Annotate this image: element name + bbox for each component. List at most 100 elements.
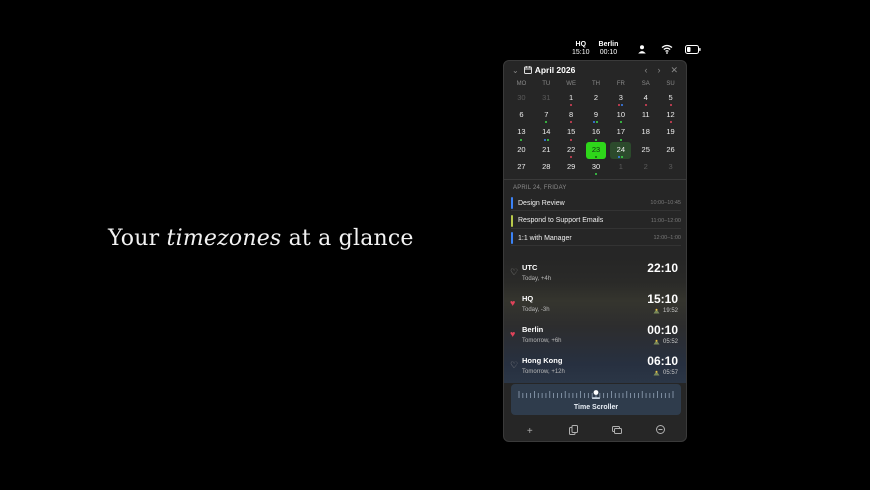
event-dot: [570, 155, 573, 158]
plus-icon[interactable]: +: [522, 426, 538, 437]
agenda-event[interactable]: 1:1 with Manager 12:00–1:00: [511, 231, 681, 246]
calendar-day[interactable]: 20: [511, 142, 532, 159]
calendar-day[interactable]: 1: [610, 159, 631, 176]
calendar-day[interactable]: 2: [635, 159, 656, 176]
day-number: 3: [618, 93, 623, 102]
heart-outline-icon[interactable]: ♡: [510, 360, 518, 371]
calendar-day[interactable]: 18: [635, 124, 656, 141]
calendar-day[interactable]: 19: [660, 124, 681, 141]
calendar-grid: 30 31 1 2 3 4 5 6 7 8 9 10 11 12 13 14 15 16 17 18 19 20 21 22 2…: [509, 90, 683, 176]
day-number: 1: [569, 93, 574, 102]
day-number: 17: [616, 127, 626, 137]
heart-outline-icon[interactable]: ♡: [510, 267, 518, 278]
calendar-day[interactable]: 14: [536, 124, 557, 141]
heart-filled-icon[interactable]: ♥: [510, 329, 515, 339]
copy-icon[interactable]: [565, 424, 581, 438]
calendar-day[interactable]: 8: [561, 107, 582, 124]
previous-month-button[interactable]: ‹: [644, 65, 647, 76]
weekday-label: TH: [591, 81, 600, 87]
time-scroller[interactable]: Time Scroller: [511, 384, 681, 415]
calendar-day[interactable]: 25: [635, 142, 656, 159]
calendar-day[interactable]: 21: [536, 142, 557, 159]
calendar-day[interactable]: 26: [660, 142, 681, 159]
day-number: 20: [517, 144, 526, 154]
calendar-day-selected[interactable]: 24: [610, 141, 632, 159]
more-icon[interactable]: [652, 425, 668, 437]
day-number: 14: [542, 127, 551, 137]
menubar-zone-berlin[interactable]: Berlin 00:10: [599, 41, 619, 57]
menubar-zone-hq[interactable]: HQ 15:10: [572, 41, 590, 57]
menu-bar: HQ 15:10 Berlin 00:10: [572, 40, 701, 58]
calendar-day[interactable]: 10: [610, 107, 631, 124]
close-icon[interactable]: ✕: [670, 65, 678, 76]
day-number: 5: [668, 93, 673, 102]
day-number: 21: [542, 144, 551, 154]
menubar-zone-name: Berlin: [598, 41, 619, 48]
tagline-emphasis: timezones: [166, 226, 282, 251]
agenda-event[interactable]: Respond to Support Emails 11:00–12:00: [511, 214, 681, 229]
scroller-handle[interactable]: [593, 390, 599, 395]
event-dot: [570, 104, 573, 107]
event-dot: [593, 121, 596, 124]
calendar-day[interactable]: 4: [635, 90, 656, 107]
calendar-day[interactable]: 3: [610, 90, 631, 107]
weekday-label: MO: [516, 81, 527, 87]
windows-icon[interactable]: [609, 425, 625, 437]
event-dot: [618, 104, 621, 107]
day-number: 1: [618, 161, 623, 171]
event-dot: [594, 172, 597, 175]
calendar-day[interactable]: 3: [660, 159, 681, 176]
event-dot: [619, 121, 622, 124]
calendar-day[interactable]: 28: [536, 159, 557, 176]
calendar-day[interactable]: 12: [660, 107, 681, 124]
next-month-button[interactable]: ›: [657, 65, 660, 76]
calendar-day[interactable]: 31: [536, 90, 557, 107]
calendar-day[interactable]: 1: [561, 90, 582, 107]
event-dot: [594, 138, 597, 141]
time-scroller-ticks[interactable]: [517, 389, 675, 399]
day-number: 24: [616, 144, 626, 154]
calendar-day[interactable]: 22: [561, 142, 582, 159]
timezone-time: 06:10: [647, 354, 678, 368]
battery-icon[interactable]: [685, 44, 701, 54]
event-time: 11:00–12:00: [650, 217, 681, 224]
timezone-row[interactable]: ♥ Berlin Tomorrow, +6h 00:10 05:52: [504, 319, 686, 350]
day-number: 4: [643, 93, 648, 102]
calendar-day[interactable]: 13: [511, 124, 532, 141]
calendar-day[interactable]: 2: [586, 90, 607, 107]
calendar-day-today[interactable]: 23: [585, 141, 607, 159]
calendar-day[interactable]: 30: [586, 159, 607, 176]
heart-filled-icon[interactable]: ♥: [510, 298, 515, 308]
scroller-grip[interactable]: [592, 397, 600, 399]
event-dots: [511, 173, 532, 176]
timezone-offset: Today, -3h: [522, 307, 550, 313]
agenda-event[interactable]: Design Review 10:00–10:45: [511, 196, 681, 211]
timezone-row[interactable]: ♡ UTC Today, +4h 22:10: [504, 257, 686, 288]
timezone-row[interactable]: ♡ Hong Kong Tomorrow, +12h 06:10 05:57: [504, 350, 686, 381]
day-number: 8: [569, 110, 574, 120]
timezone-time: 22:10: [647, 261, 678, 275]
calendar-day[interactable]: 11: [635, 107, 656, 124]
timezone-offset: Today, +4h: [522, 276, 552, 282]
timezone-row[interactable]: ♥ HQ Today, -3h 15:10 19:52: [504, 288, 686, 319]
day-number: 7: [544, 110, 549, 120]
day-number: 2: [593, 93, 599, 102]
wifi-icon[interactable]: [661, 44, 673, 54]
day-number: 28: [542, 161, 551, 171]
calendar-day[interactable]: 30: [511, 90, 532, 107]
calendar-day[interactable]: 6: [511, 107, 532, 124]
calendar-header: ⌄ April 2026 ‹ › ✕: [504, 61, 686, 79]
calendar-day[interactable]: 9: [586, 107, 607, 124]
weekday-row: MO TU WE TH FR SA SU: [509, 79, 683, 89]
calendar-day[interactable]: 29: [561, 159, 582, 176]
event-title: Design Review: [518, 199, 565, 207]
calendar-day[interactable]: 7: [536, 107, 557, 124]
calendar-day[interactable]: 17: [610, 124, 631, 141]
calendar-day[interactable]: 16: [586, 124, 607, 141]
day-number: 18: [641, 127, 650, 137]
calendar-day[interactable]: 27: [511, 159, 532, 176]
calendar-day[interactable]: 15: [561, 124, 582, 141]
chevron-down-icon[interactable]: ⌄: [512, 66, 519, 75]
calendar-day[interactable]: 5: [660, 90, 681, 107]
user-icon[interactable]: [637, 44, 647, 54]
